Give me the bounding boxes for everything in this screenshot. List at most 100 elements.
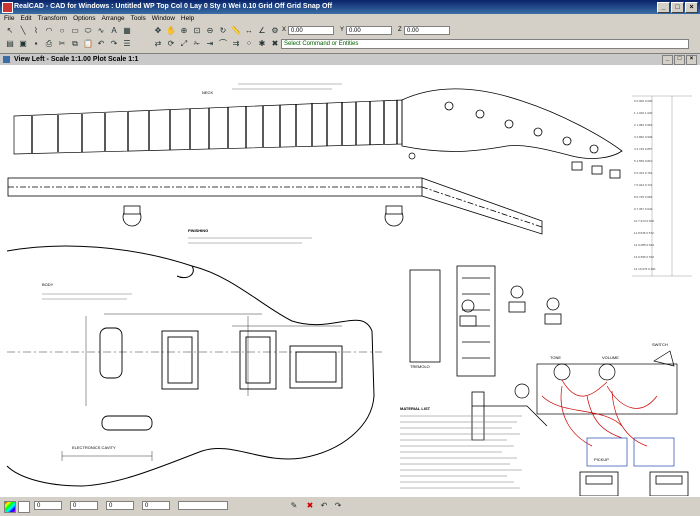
measure-icon[interactable]: 📏 [230, 25, 242, 37]
select-arrow-icon[interactable]: ↖ [4, 25, 16, 37]
material-list-heading: MATERIAL LIST [400, 406, 431, 411]
menu-transform[interactable]: Transform [38, 14, 67, 24]
menu-bar: File Edit Transform Options Arrange Tool… [0, 14, 700, 24]
menu-file[interactable]: File [4, 14, 14, 24]
headstock-drawing [401, 88, 623, 179]
drawing-canvas[interactable]: 0 0.000 0.000 1 1.020 1.020 2 1.983 0.963… [2, 66, 698, 496]
menu-help[interactable]: Help [181, 14, 194, 24]
text-icon[interactable]: A [108, 25, 120, 37]
neck-label: NECK [202, 90, 213, 95]
svg-text:2 1.983 0.963: 2 1.983 0.963 [634, 123, 653, 127]
zoom-out-icon[interactable]: ⊖ [204, 25, 216, 37]
trim-icon[interactable]: ✁ [191, 38, 203, 50]
svg-text:6 5.323 0.764: 6 5.323 0.764 [634, 171, 653, 175]
menu-tools[interactable]: Tools [131, 14, 146, 24]
rotate-icon[interactable]: ⟳ [165, 38, 177, 50]
command-line[interactable]: Select Command or Entities [281, 39, 689, 49]
style-field[interactable]: 0 [106, 501, 134, 510]
copy-icon[interactable]: ⧉ [69, 38, 81, 50]
z-coord-field[interactable]: 0.00 [404, 26, 450, 35]
pen-icon[interactable]: ✎ [288, 500, 300, 512]
svg-text:5 4.559 0.810: 5 4.559 0.810 [634, 159, 653, 163]
offset-icon[interactable]: ⇉ [230, 38, 242, 50]
svg-text:1 1.020 1.020: 1 1.020 1.020 [634, 111, 653, 115]
maximize-button[interactable]: □ [671, 2, 684, 13]
polyline-icon[interactable]: ⌇ [30, 25, 42, 37]
new-icon[interactable]: ▤ [4, 38, 16, 50]
paste-icon[interactable]: 📋 [82, 38, 94, 50]
body-pickups [99, 327, 343, 431]
tone-label: TONE [550, 355, 561, 360]
color-palette-icon[interactable] [4, 501, 16, 513]
line-icon[interactable]: ╲ [17, 25, 29, 37]
document-title: View Left - Scale 1:1.00 Plot Scale 1:1 [14, 56, 139, 63]
document-window: View Left - Scale 1:1.00 Plot Scale 1:1 … [0, 53, 700, 497]
minimize-button[interactable]: _ [657, 2, 670, 13]
window-title: RealCAD - CAD for Windows : Untitled WP … [14, 3, 333, 10]
layers-icon[interactable]: ☰ [121, 38, 133, 50]
menu-options[interactable]: Options [73, 14, 95, 24]
doc-close-button[interactable]: × [686, 55, 697, 65]
finishing-heading: FINISHING [188, 228, 208, 233]
circle-icon[interactable]: ○ [56, 25, 68, 37]
arc-icon[interactable]: ◠ [43, 25, 55, 37]
array-icon[interactable]: ⁘ [243, 38, 255, 50]
wiring-diagram [514, 350, 678, 467]
delete-entity-icon[interactable]: ✖ [304, 500, 316, 512]
color-swatch[interactable] [18, 501, 30, 513]
layer-field[interactable]: 0 [70, 501, 98, 510]
svg-text:13 9.595 0.510: 13 9.595 0.510 [634, 255, 654, 259]
move-icon[interactable]: ✥ [152, 25, 164, 37]
svg-text:10 7.973 0.606: 10 7.973 0.606 [634, 219, 654, 223]
scale-icon[interactable]: ⤢ [178, 38, 190, 50]
fillet-icon[interactable]: ⌒ [217, 38, 229, 50]
menu-edit[interactable]: Edit [20, 14, 31, 24]
toolbar-drawing: ↖ ╲ ⌇ ◠ ○ ▭ ⬭ ∿ A ▦ ✥ ✋ ⊕ ⊡ ⊖ ↻ 📏 ↔ ∠ ⚙ … [0, 25, 700, 39]
dimension-icon[interactable]: ↔ [243, 25, 255, 37]
explode-icon[interactable]: ✱ [256, 38, 268, 50]
redraw-icon[interactable]: ↻ [217, 25, 229, 37]
y-coord-field[interactable]: 0.00 [346, 26, 392, 35]
undo-icon[interactable]: ↶ [95, 38, 107, 50]
doc-maximize-button[interactable]: □ [674, 55, 685, 65]
x-coord-field[interactable]: 0.00 [288, 26, 334, 35]
doc-minimize-button[interactable]: _ [662, 55, 673, 65]
curve-icon[interactable]: ∿ [95, 25, 107, 37]
hatch-icon[interactable]: ▦ [121, 25, 133, 37]
mirror-icon[interactable]: ⇄ [152, 38, 164, 50]
print-icon[interactable]: ⎙ [43, 38, 55, 50]
svg-text:0 0.000 0.000: 0 0.000 0.000 [634, 99, 653, 103]
linetype-select[interactable] [178, 501, 228, 510]
fret-table-text: 0 0.000 0.000 1 1.020 1.020 2 1.983 0.963… [634, 99, 656, 271]
menu-window[interactable]: Window [152, 14, 175, 24]
pan-icon[interactable]: ✋ [165, 25, 177, 37]
rectangle-icon[interactable]: ▭ [69, 25, 81, 37]
open-icon[interactable]: ▣ [17, 38, 29, 50]
color-field[interactable]: 0 [34, 501, 62, 510]
ellipse-icon[interactable]: ⬭ [82, 25, 94, 37]
tremolo-label: TREMOLO [410, 364, 430, 369]
redo-status-icon[interactable]: ↷ [332, 500, 344, 512]
zoom-in-icon[interactable]: ⊕ [178, 25, 190, 37]
zoom-window-icon[interactable]: ⊡ [191, 25, 203, 37]
angle-icon[interactable]: ∠ [256, 25, 268, 37]
title-bar: RealCAD - CAD for Windows : Untitled WP … [0, 0, 700, 14]
material-list-lines [400, 415, 522, 489]
svg-text:14 10.076 0.481: 14 10.076 0.481 [634, 267, 656, 271]
redo-icon[interactable]: ↷ [108, 38, 120, 50]
delete-icon[interactable]: ✖ [269, 38, 281, 50]
cut-icon[interactable]: ✂ [56, 38, 68, 50]
extend-icon[interactable]: ⇥ [204, 38, 216, 50]
body-outline [6, 245, 375, 487]
menu-arrange[interactable]: Arrange [101, 14, 124, 24]
pickup-label: PICKUP [594, 457, 609, 462]
neck-profile [7, 177, 543, 235]
weight-field[interactable]: 0 [142, 501, 170, 510]
app-icon[interactable] [2, 2, 13, 13]
electronics-cavity-label: ELECTRONICS CAVITY [72, 445, 116, 450]
settings-icon[interactable]: ⚙ [269, 25, 281, 37]
close-button[interactable]: × [685, 2, 698, 13]
svg-text:7 6.044 0.721: 7 6.044 0.721 [634, 183, 653, 187]
undo-status-icon[interactable]: ↶ [318, 500, 330, 512]
save-icon[interactable]: ▪ [30, 38, 42, 50]
